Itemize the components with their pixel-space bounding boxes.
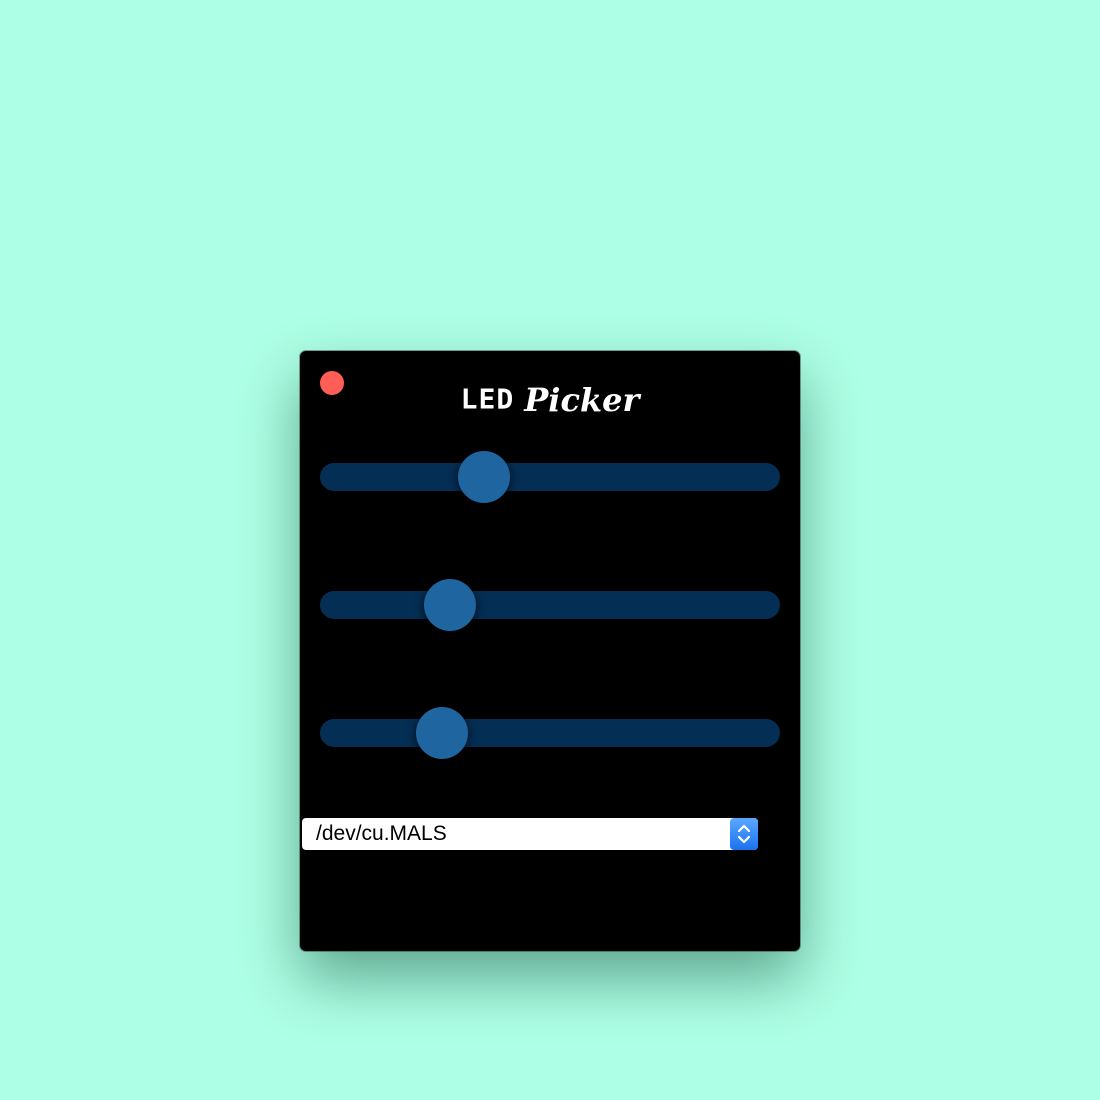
slider-2-track[interactable] (320, 591, 780, 619)
slider-1-track[interactable] (320, 463, 780, 491)
slider-2[interactable] (320, 579, 780, 631)
slider-3-track[interactable] (320, 719, 780, 747)
serial-port-value: /dev/cu.MALS (316, 822, 447, 845)
slider-3[interactable] (320, 707, 780, 759)
serial-port-select[interactable]: /dev/cu.MALS (302, 818, 758, 850)
chevron-up-down-icon (737, 824, 751, 844)
slider-1[interactable] (320, 451, 780, 503)
led-picker-window: LED Picker /dev/cu.MALS (300, 351, 800, 951)
select-stepper[interactable] (730, 818, 758, 850)
slider-1-thumb[interactable] (458, 451, 511, 503)
window-title: LED Picker (300, 379, 800, 420)
slider-2-thumb[interactable] (424, 579, 477, 631)
title-led: LED (460, 382, 515, 416)
slider-3-thumb[interactable] (415, 707, 468, 759)
title-picker: Picker (524, 380, 640, 419)
